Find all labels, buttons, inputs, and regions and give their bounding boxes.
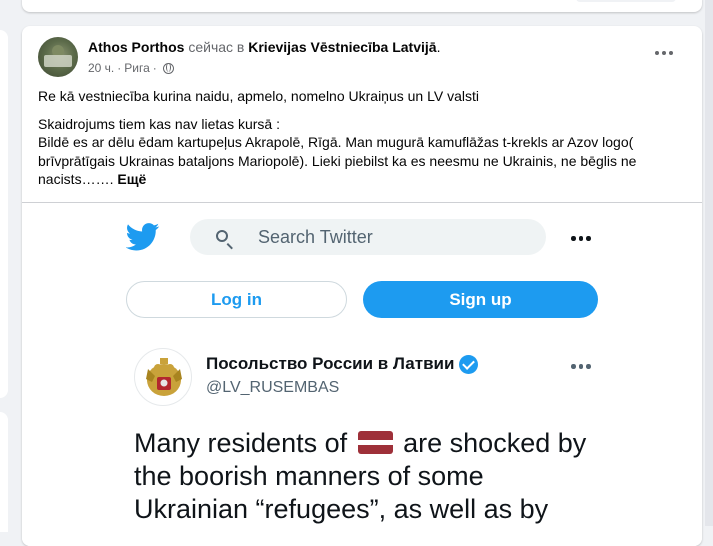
author-name[interactable]: Athos Porthos — [88, 39, 184, 55]
post-paragraph: Re kā vestniecība kurina naidu, apmelo, … — [38, 88, 479, 104]
tweet-account-name: Посольство России в Латвии — [206, 354, 479, 374]
left-column-card — [0, 30, 8, 398]
more-options-icon[interactable] — [646, 41, 682, 65]
scrollbar-track[interactable] — [705, 0, 713, 526]
tweet-account-handle: @LV_RUSEMBAS — [206, 379, 340, 396]
login-button: Log in — [126, 281, 347, 318]
tweet-more-icon — [571, 364, 591, 369]
account-name-text: Посольство России в Латвии — [206, 354, 455, 373]
signup-button: Sign up — [363, 281, 598, 318]
author-avatar[interactable] — [38, 37, 78, 77]
meta-separator-2: · — [152, 61, 157, 75]
post-paragraph-2: Skaidrojums tiem kas nav lietas kursā : … — [38, 115, 688, 189]
russian-eagle-emblem — [146, 358, 182, 396]
tweet-text-start: Many residents of — [134, 428, 348, 458]
group-name-period: . — [436, 39, 441, 55]
left-column-card-lower — [0, 412, 8, 532]
post-meta: 20 ч. · Рига · — [88, 61, 174, 75]
search-placeholder: Search Twitter — [258, 227, 373, 247]
post-header: Athos Porthos сейчас в Krievijas Vēstnie… — [88, 39, 440, 55]
embassy-emblem-avatar — [134, 348, 192, 406]
previous-post-card — [22, 0, 702, 12]
see-more-link[interactable]: Ещё — [117, 171, 146, 187]
post-paragraph-2-line1: Skaidrojums tiem kas nav lietas kursā : — [38, 115, 280, 132]
twitter-bird-icon — [126, 223, 160, 251]
post-timestamp[interactable]: 20 ч. — [88, 61, 114, 75]
post-action-text: сейчас в — [188, 39, 245, 55]
feed-post: Athos Porthos сейчас в Krievijas Vēstnie… — [22, 26, 702, 546]
tweet-text: Many residents of are shocked by the boo… — [134, 427, 604, 526]
twitter-search-box[interactable]: Search Twitter — [190, 219, 546, 255]
globe-icon[interactable] — [162, 62, 174, 74]
post-location[interactable]: Рига — [124, 61, 150, 75]
group-name[interactable]: Krievijas Vēstniecība Latvijā — [248, 39, 436, 55]
latvia-flag-icon — [357, 431, 393, 454]
post-image[interactable]: Search Twitter Log in Sign up Посольство… — [22, 202, 702, 546]
post-body: Re kā vestniecība kurina naidu, apmelo, … — [38, 87, 688, 189]
previous-post-button[interactable] — [576, 0, 676, 2]
verified-badge-icon — [459, 354, 479, 374]
search-icon — [216, 230, 228, 242]
meta-separator: · — [117, 61, 122, 75]
twitter-more-icon — [571, 236, 591, 241]
